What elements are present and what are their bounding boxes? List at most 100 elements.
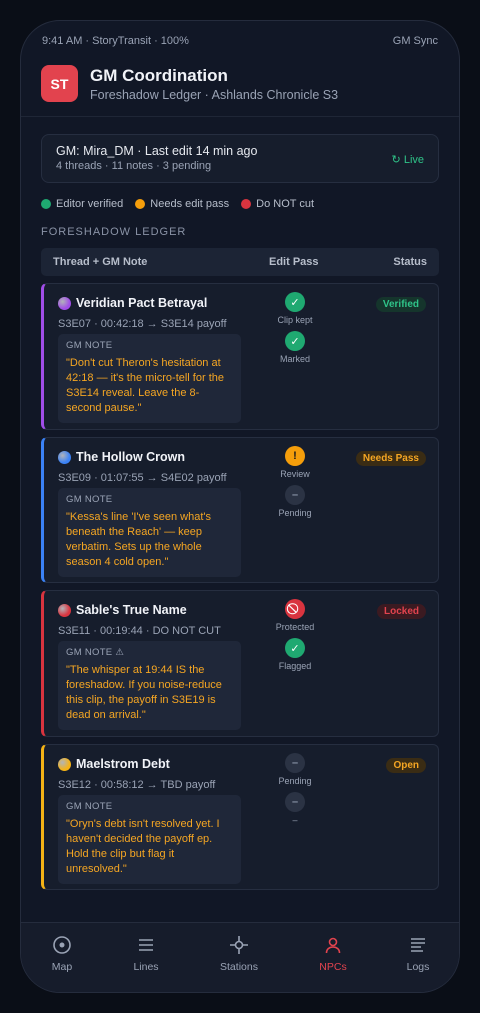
tab-npcs[interactable]: NPCs — [298, 935, 368, 973]
gm-last-edit: GM: Mira_DM · Last edit 14 min ago — [56, 144, 258, 158]
check-icon: ✓ — [285, 331, 305, 351]
edit-pass-step[interactable]: ⃠ Protected — [274, 599, 316, 632]
table-header: Thread + GM Note Edit Pass Status — [41, 248, 439, 276]
lines-icon — [139, 939, 153, 951]
gm-note: GM NOTE "Kessa's line 'I've seen what's b… — [58, 488, 241, 577]
tab-lines[interactable]: Lines — [111, 935, 181, 973]
status-badge[interactable]: Locked — [376, 604, 426, 619]
thread-row[interactable]: Veridian Pact Betrayal S3E07 · 00:42:18 →… — [41, 283, 439, 430]
edit-pass-label: Marked — [279, 354, 310, 364]
sync-status[interactable]: GM Sync — [393, 35, 438, 47]
gm-note: GM NOTE ⚠ "The whisper at 19:44 IS the fo… — [58, 641, 241, 730]
legend-item: Editor verified — [41, 198, 123, 210]
map-icon — [53, 936, 71, 954]
edit-pass-label: Review — [280, 469, 310, 479]
page-title: GM Coordination — [90, 65, 228, 85]
section-label: FORESHADOW LEDGER — [41, 226, 187, 238]
edit-pass-label: Flagged — [278, 661, 312, 671]
gm-note: GM NOTE "Don't cut Theron's hesitation at… — [58, 334, 241, 423]
edit-pass-label: Pending — [278, 508, 312, 518]
tab-bar: Map Lines Stations NPCs Logs — [21, 922, 459, 992]
gm-note-label: GM NOTE — [66, 494, 113, 505]
legend-item: Needs edit pass — [135, 198, 229, 210]
thread-title[interactable]: Sable's True Name — [58, 603, 187, 617]
thread-meta: S3E07 · 00:42:18 → S3E14 payoff — [58, 318, 227, 330]
thread-orb-icon — [58, 296, 71, 310]
pending-icon: – — [285, 753, 305, 773]
thread-meta: S3E12 · 00:58:12 → TBD payoff — [58, 779, 216, 791]
thread-orb-icon — [58, 450, 71, 464]
check-icon: ✓ — [285, 638, 305, 658]
legend-dot-icon — [241, 199, 252, 209]
legend-item: Do NOT cut — [241, 198, 314, 210]
gm-note: GM NOTE "Oryn's debt isn't resolved yet. … — [58, 795, 241, 884]
check-icon: ✓ — [285, 292, 305, 312]
warning-icon: ! — [285, 446, 305, 466]
thread-meta: S3E11 · 00:19:44 · DO NOT CUT — [58, 625, 221, 637]
thread-title-text: Veridian Pact Betrayal — [76, 296, 208, 310]
status-left: 9:41 AM · StoryTransit · 100% — [42, 35, 189, 47]
header-divider — [21, 116, 459, 117]
edit-pass-step[interactable]: ✓ Marked — [274, 331, 316, 364]
edit-pass-label: Protected — [275, 622, 315, 632]
col-edit-pass: Edit Pass — [269, 256, 319, 268]
legend: Editor verified Needs edit pass Do NOT cut — [41, 198, 326, 210]
thread-title[interactable]: The Hollow Crown — [58, 450, 185, 464]
gm-note-label: GM NOTE ⚠ — [66, 647, 125, 658]
thread-title[interactable]: Veridian Pact Betrayal — [58, 296, 207, 310]
phone-frame: 9:41 AM · StoryTransit · 100% GM Sync ST… — [20, 20, 460, 993]
legend-dot-icon — [135, 199, 146, 209]
tab-map[interactable]: Map — [27, 935, 97, 973]
legend-label: Do NOT cut — [256, 198, 315, 210]
thread-title[interactable]: Maelstrom Debt — [58, 757, 170, 771]
page-subtitle: Foreshadow Ledger · Ashlands Chronicle S… — [90, 87, 339, 102]
thread-title-text: Sable's True Name — [76, 603, 187, 617]
live-indicator[interactable]: ↻ Live — [392, 153, 424, 166]
edit-pass-step[interactable]: – Pending — [274, 753, 316, 786]
tab-stations[interactable]: Stations — [204, 935, 274, 973]
edit-pass-label: Clip kept — [277, 315, 313, 325]
thread-row[interactable]: Sable's True Name S3E11 · 00:19:44 · DO N… — [41, 590, 439, 737]
gm-note-text: "Don't cut Theron's hesitation at 42:18 … — [66, 357, 224, 414]
tab-label: Map — [51, 961, 73, 973]
legend-label: Editor verified — [56, 198, 124, 210]
pending-icon: – — [285, 792, 305, 812]
gm-note-label: GM NOTE — [66, 340, 113, 351]
gm-note-label: GM NOTE — [66, 801, 113, 812]
col-thread: Thread + GM Note — [53, 256, 148, 268]
legend-dot-icon — [41, 199, 51, 209]
edit-pass-step[interactable]: ✓ Flagged — [274, 638, 316, 671]
tab-label: Lines — [133, 961, 159, 973]
edit-pass-step[interactable]: – – — [274, 792, 316, 825]
tab-label: NPCs — [319, 961, 347, 973]
logs-icon — [411, 938, 425, 952]
gm-note-text: "The whisper at 19:44 IS the foreshadow.… — [66, 664, 222, 721]
status-bar: 9:41 AM · StoryTransit · 100% GM Sync — [42, 35, 438, 47]
no-entry-icon: ⃠ — [285, 599, 305, 619]
app-logo: ST — [41, 65, 78, 102]
edit-pass-step[interactable]: – Pending — [274, 485, 316, 518]
status-badge[interactable]: Verified — [375, 297, 426, 312]
tab-logs[interactable]: Logs — [383, 935, 453, 973]
stations-icon — [230, 936, 248, 954]
gm-note-text: "Oryn's debt isn't resolved yet. I haven… — [66, 818, 220, 875]
col-status: Status — [393, 256, 427, 268]
thread-row[interactable]: Maelstrom Debt S3E12 · 00:58:12 → TBD pay… — [41, 744, 439, 890]
status-badge[interactable]: Open — [386, 758, 426, 773]
tab-label: Logs — [406, 961, 430, 973]
gm-summary-card[interactable]: GM: Mira_DM · Last edit 14 min ago 4 thr… — [41, 134, 439, 183]
edit-pass-step[interactable]: ✓ Clip kept — [274, 292, 316, 325]
thread-title-text: The Hollow Crown — [76, 450, 186, 464]
thread-orb-icon — [58, 757, 71, 771]
app-header: ST GM Coordination Foreshadow Ledger · A… — [41, 65, 439, 102]
edit-pass-step[interactable]: ! Review — [274, 446, 316, 479]
npc-icon — [325, 937, 341, 954]
thread-row[interactable]: The Hollow Crown S3E09 · 01:07:55 → S4E02… — [41, 437, 439, 583]
pending-icon: – — [285, 485, 305, 505]
thread-title-text: Maelstrom Debt — [76, 757, 170, 771]
thread-orb-icon — [58, 603, 71, 617]
status-badge[interactable]: Needs Pass — [355, 451, 426, 466]
thread-meta: S3E09 · 01:07:55 → S4E02 payoff — [58, 472, 227, 484]
edit-pass-label: Pending — [278, 776, 312, 786]
legend-label: Needs edit pass — [150, 198, 230, 210]
